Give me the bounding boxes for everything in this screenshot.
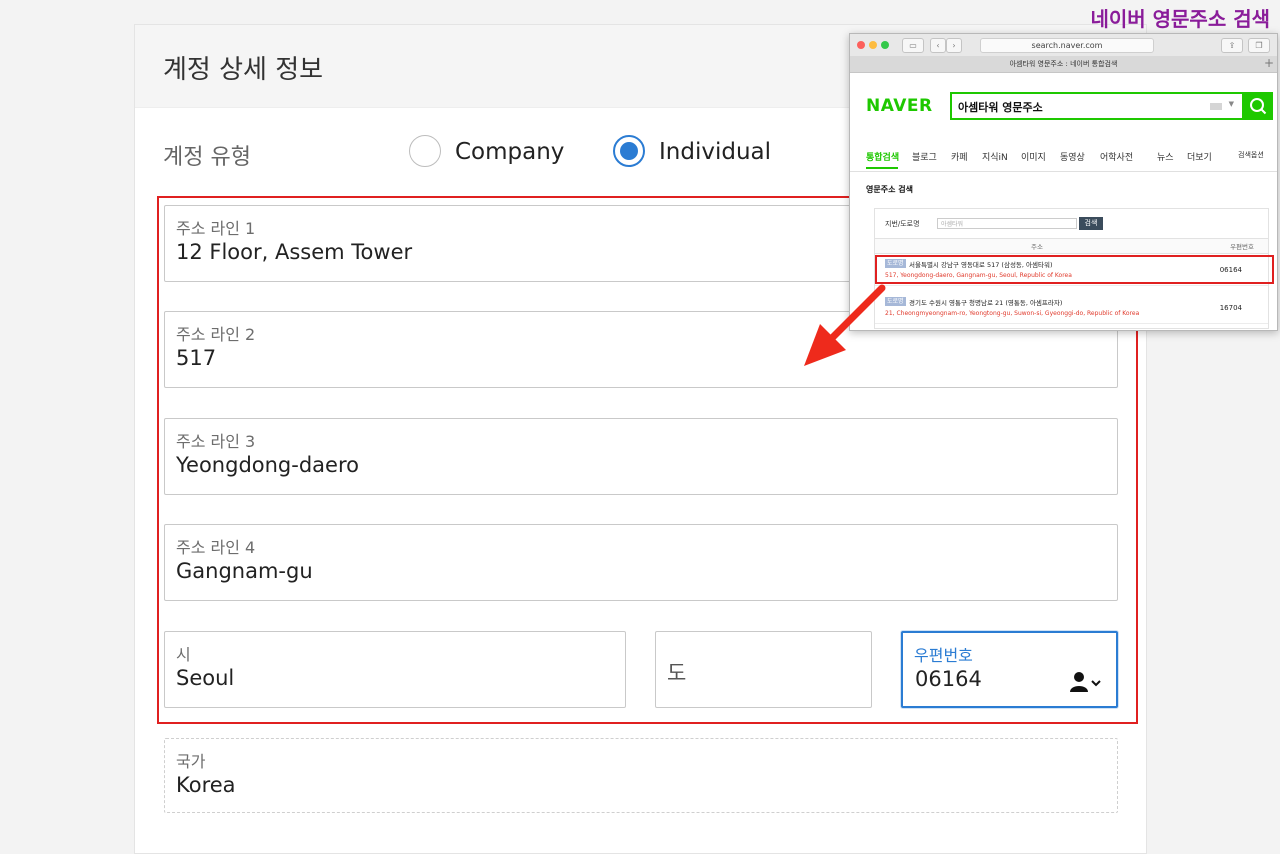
- address-kr: 서울특별시 강남구 영동대로 517 (삼성동, 아셈타워): [909, 261, 1053, 269]
- share-icon[interactable]: ⇪: [1221, 38, 1243, 53]
- nav-active-underline: [866, 167, 898, 169]
- nav-item[interactable]: 동영상: [1060, 150, 1085, 163]
- address-en: 517, Yeongdong-daero, Gangnam-gu, Seoul,…: [885, 272, 1072, 279]
- city-label: 시: [176, 645, 191, 664]
- dropdown-icon[interactable]: ▼: [1229, 100, 1234, 108]
- filter-input[interactable]: 아셈타워: [937, 218, 1077, 229]
- address-line-4-label: 주소 라인 4: [176, 538, 256, 557]
- address-zip: 16704: [1219, 304, 1242, 312]
- address-line-1-value[interactable]: 12 Floor, Assem Tower: [176, 240, 412, 264]
- filter-search-button[interactable]: 검색: [1079, 217, 1103, 230]
- new-tab-icon[interactable]: +: [1264, 56, 1274, 70]
- naver-browser-window: ▭ ‹ › search.naver.com ⇪ ❐ 아셈타워 영문주소 : 네…: [849, 33, 1278, 331]
- road-tag: 도로명: [885, 297, 906, 306]
- nav-item[interactable]: 카페: [951, 150, 968, 163]
- naver-nav: 통합검색 블로그 카페 지식iN 이미지 동영상 어학사전 뉴스 더보기 검색옵…: [850, 149, 1277, 172]
- annotation-caption: 네이버 영문주소 검색: [1090, 7, 1270, 31]
- postal-code-label: 우편번호: [914, 646, 973, 665]
- browser-tab[interactable]: 아셈타워 영문주소 : 네이버 통합검색: [850, 56, 1277, 73]
- address-line-4-value[interactable]: Gangnam-gu: [176, 559, 313, 583]
- col-address: 주소: [1031, 243, 1043, 251]
- city-field[interactable]: 시 Seoul: [164, 631, 626, 708]
- filter-label: 지번/도로명: [885, 220, 920, 228]
- page-title: 계정 상세 정보: [163, 55, 324, 85]
- road-tag: 도로명: [885, 259, 906, 268]
- province-field[interactable]: 도: [655, 631, 872, 708]
- naver-search-button[interactable]: [1244, 92, 1273, 120]
- nav-item[interactable]: 어학사전: [1100, 150, 1133, 163]
- sidebar-toggle-icon[interactable]: ▭: [902, 38, 924, 53]
- address-en: 21, Cheongmyeongnam-ro, Yeongtong-gu, Su…: [885, 310, 1140, 317]
- browser-titlebar: ▭ ‹ › search.naver.com ⇪ ❐: [850, 34, 1277, 57]
- tabs-icon[interactable]: ❐: [1248, 38, 1270, 53]
- address-line-3-value[interactable]: Yeongdong-daero: [176, 453, 359, 477]
- back-icon[interactable]: ‹: [930, 38, 946, 53]
- radio-company[interactable]: [409, 135, 441, 167]
- address-line-3-field[interactable]: 주소 라인 3 Yeongdong-daero: [164, 418, 1118, 495]
- col-zip: 우편번호: [1230, 243, 1254, 251]
- nav-item[interactable]: 블로그: [912, 150, 937, 163]
- radio-company-label[interactable]: Company: [455, 139, 564, 165]
- naver-search-input[interactable]: 아셈타워 영문주소 ▼: [950, 92, 1244, 120]
- account-type-label: 계정 유형: [163, 145, 251, 170]
- address-kr: 경기도 수원시 영통구 청명남로 21 (영통동, 아셈프라자): [909, 299, 1063, 307]
- postal-code-field[interactable]: 우편번호 06164: [901, 631, 1118, 708]
- address-line-4-field[interactable]: 주소 라인 4 Gangnam-gu: [164, 524, 1118, 601]
- address-row[interactable]: 도로명 서울특별시 강남구 영동대로 517 (삼성동, 아셈타워) 517, …: [875, 253, 1268, 286]
- radio-individual[interactable]: [613, 135, 645, 167]
- address-row[interactable]: 도로명 경기도 수원시 영통구 청명남로 21 (영통동, 아셈프라자) 21,…: [875, 291, 1268, 324]
- country-label: 국가: [176, 752, 206, 771]
- city-value[interactable]: Seoul: [176, 666, 234, 690]
- search-icon: [1250, 98, 1267, 115]
- forward-icon[interactable]: ›: [946, 38, 962, 53]
- address-line-2-label: 주소 라인 2: [176, 325, 256, 344]
- naver-logo[interactable]: NAVER: [866, 96, 933, 116]
- postal-code-value[interactable]: 06164: [915, 667, 982, 691]
- nav-item[interactable]: 통합검색: [866, 150, 899, 163]
- contact-autofill-icon[interactable]: [1070, 671, 1102, 693]
- nav-item[interactable]: 뉴스: [1157, 150, 1174, 163]
- nav-item[interactable]: 검색옵션: [1238, 150, 1264, 160]
- address-line-1-label: 주소 라인 1: [176, 219, 256, 238]
- address-table-header: 주소 우편번호: [875, 238, 1268, 254]
- nav-item[interactable]: 지식iN: [982, 150, 1008, 163]
- close-dot-icon[interactable]: [857, 41, 865, 49]
- address-line-3-label: 주소 라인 3: [176, 432, 256, 451]
- minimize-dot-icon[interactable]: [869, 41, 877, 49]
- keyboard-icon[interactable]: [1210, 103, 1222, 110]
- section-title: 영문주소 검색: [866, 185, 913, 194]
- nav-item[interactable]: 더보기: [1187, 150, 1212, 163]
- naver-search-query[interactable]: 아셈타워 영문주소: [958, 99, 1043, 115]
- address-search-box: 지번/도로명 아셈타워 검색 주소 우편번호 도로명 서울특별시 강남구 영동대…: [874, 208, 1269, 329]
- radio-individual-label[interactable]: Individual: [659, 139, 771, 165]
- address-line-2-value[interactable]: 517: [176, 346, 216, 370]
- province-label: 도: [667, 661, 687, 685]
- country-value[interactable]: Korea: [176, 773, 236, 797]
- country-field[interactable]: 국가 Korea: [164, 738, 1118, 813]
- address-zip: 06164: [1219, 266, 1242, 274]
- zoom-dot-icon[interactable]: [881, 41, 889, 49]
- nav-item[interactable]: 이미지: [1021, 150, 1046, 163]
- url-bar[interactable]: search.naver.com: [980, 38, 1154, 53]
